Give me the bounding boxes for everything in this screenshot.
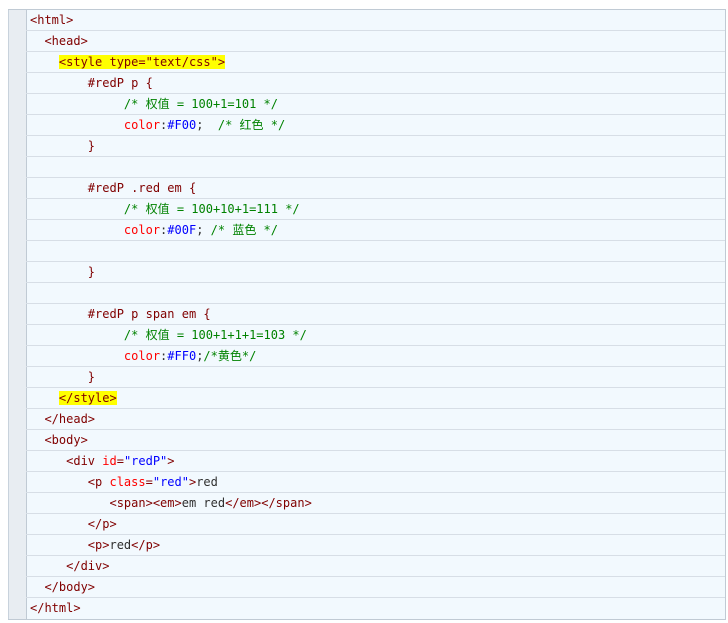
- code-token: #F00: [167, 118, 197, 132]
- code-line: [26, 241, 725, 262]
- code-line: </p>: [26, 514, 725, 535]
- code-token: #redP .red em {: [87, 181, 197, 195]
- code-token: <head>: [44, 34, 88, 48]
- code-token: class: [109, 475, 146, 489]
- code-token: <html>: [30, 13, 74, 27]
- code-token: </div>: [66, 559, 110, 573]
- code-line: </head>: [26, 409, 725, 430]
- code-token: =: [145, 475, 153, 489]
- code-line: </body>: [26, 577, 725, 598]
- code-token: <p: [87, 475, 110, 489]
- code-token: #FF0: [167, 349, 197, 363]
- code-token: </style>: [58, 391, 117, 405]
- code-token: </em></span>: [225, 496, 312, 510]
- line-gutter: [8, 10, 27, 619]
- code-line: </div>: [26, 556, 725, 577]
- code-token: }: [87, 139, 96, 153]
- code-token: <div: [66, 454, 103, 468]
- code-token: color: [123, 349, 161, 363]
- code-line: color:#00F; /* 蓝色 */: [26, 220, 725, 241]
- code-line: [26, 283, 725, 304]
- code-token: </body>: [44, 580, 96, 594]
- code-token: color: [123, 118, 161, 132]
- code-line: color:#FF0;/*黄色*/: [26, 346, 725, 367]
- code-token: /* 权值 = 100+1+1+1=103 */: [123, 328, 307, 342]
- code-token: em red: [181, 496, 226, 510]
- code-token: red: [196, 475, 218, 489]
- code-token: red: [109, 538, 132, 552]
- code-line: /* 权值 = 100+10+1=111 */: [26, 199, 725, 220]
- code-line: <body>: [26, 430, 725, 451]
- code-token: <p>: [87, 538, 110, 552]
- code-line: }: [26, 262, 725, 283]
- code-line: </style>: [26, 388, 725, 409]
- code-line: <p>red</p>: [26, 535, 725, 556]
- code-token: ;: [196, 118, 218, 132]
- code-line: }: [26, 136, 725, 157]
- code-token: /* 红色 */: [217, 118, 286, 132]
- code-token: <style type="text/css">: [58, 55, 226, 69]
- code-token: #redP p span em {: [87, 307, 211, 321]
- code-line: }: [26, 367, 725, 388]
- code-token: #redP p {: [87, 76, 153, 90]
- code-lines: <html> <head> <style type="text/css"> #r…: [26, 10, 725, 619]
- code-line: <p class="red">red: [26, 472, 725, 493]
- code-line: [26, 157, 725, 178]
- code-token: #00F: [167, 223, 197, 237]
- code-line: <div id="redP">: [26, 451, 725, 472]
- code-token: ;: [196, 223, 211, 237]
- code-block: <html> <head> <style type="text/css"> #r…: [8, 9, 726, 620]
- code-token: "red": [152, 475, 189, 489]
- code-line: /* 权值 = 100+1+1+1=103 */: [26, 325, 725, 346]
- code-token: =: [116, 454, 124, 468]
- code-line: <style type="text/css">: [26, 52, 725, 73]
- code-line: </html>: [26, 598, 725, 619]
- code-token: }: [87, 265, 96, 279]
- code-line: <head>: [26, 31, 725, 52]
- code-line: <html>: [26, 10, 725, 31]
- code-token: id: [102, 454, 117, 468]
- code-token: </p>: [87, 517, 117, 531]
- code-token: }: [87, 370, 96, 384]
- code-token: </p>: [131, 538, 161, 552]
- code-token: <body>: [44, 433, 88, 447]
- code-line: #redP p {: [26, 73, 725, 94]
- code-token: </html>: [30, 601, 81, 615]
- code-line: /* 权值 = 100+1=101 */: [26, 94, 725, 115]
- code-token: /* 蓝色 */: [210, 223, 278, 237]
- code-line: color:#F00; /* 红色 */: [26, 115, 725, 136]
- code-token: /*黄色*/: [203, 349, 257, 363]
- code-token: /* 权值 = 100+1=101 */: [123, 97, 278, 111]
- code-line: <span><em>em red</em></span>: [26, 493, 725, 514]
- code-token: </head>: [44, 412, 96, 426]
- code-line: #redP p span em {: [26, 304, 725, 325]
- code-line: #redP .red em {: [26, 178, 725, 199]
- code-token: color: [123, 223, 161, 237]
- code-token: <span><em>: [109, 496, 182, 510]
- code-token: /* 权值 = 100+10+1=111 */: [123, 202, 300, 216]
- code-token: "redP": [123, 454, 168, 468]
- code-token: >: [167, 454, 175, 468]
